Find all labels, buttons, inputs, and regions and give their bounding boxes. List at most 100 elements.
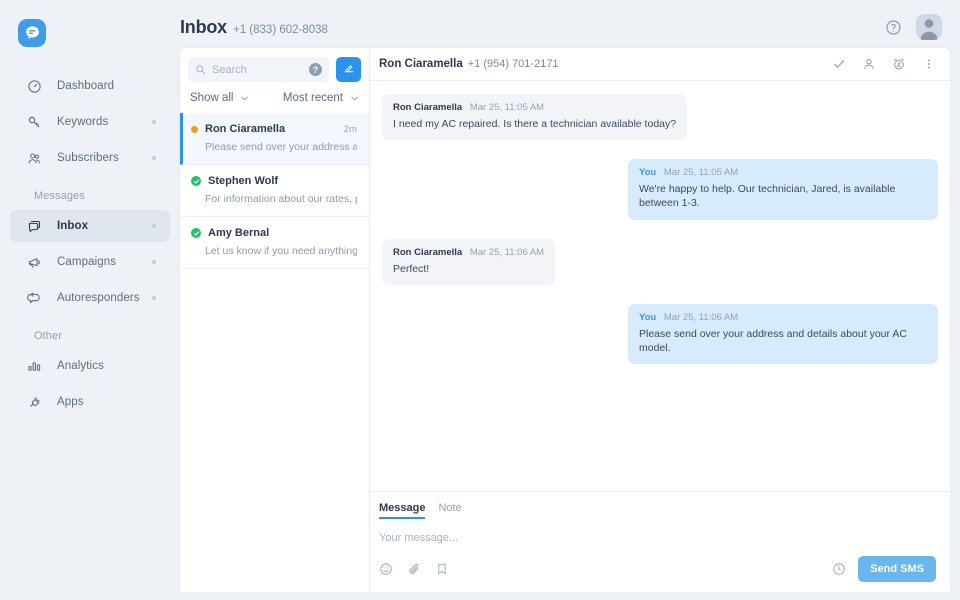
message-bubble-outgoing: You Mar 25, 11:06 AM Please send over yo…: [628, 304, 938, 364]
check-icon[interactable]: [832, 57, 846, 71]
sidebar-item-inbox[interactable]: Inbox: [10, 210, 170, 242]
conversation-search-row: ?: [180, 48, 369, 90]
message-author: You: [639, 167, 656, 178]
conversation-item-header: Ron Ciaramella 2m: [191, 123, 357, 135]
paperclip-icon[interactable]: [407, 562, 421, 576]
people-icon: [24, 148, 44, 168]
sidebar-item-label: Inbox: [57, 220, 88, 232]
conversation-list-panel: ? Show all: [180, 48, 370, 592]
conversation-preview-text: For information about our rates, plea...: [191, 193, 357, 205]
message-timestamp: Mar 25, 11:06 AM: [470, 247, 544, 258]
sidebar-section-other: Other: [10, 330, 170, 342]
page-title: Inbox +1 (833) 602-8038: [180, 17, 328, 38]
chevron-down-icon: [350, 94, 359, 103]
composer-tools: [379, 562, 449, 576]
compose-message-button[interactable]: [336, 57, 361, 82]
message-row: You Mar 25, 11:05 AM We're happy to help…: [382, 159, 938, 219]
clock-icon[interactable]: [832, 562, 846, 576]
conversation-item-header: Stephen Wolf: [191, 175, 357, 187]
thread-panel: Ron Ciaramella +1 (954) 701-2171: [370, 48, 950, 592]
sidebar-item-label: Subscribers: [57, 152, 119, 164]
read-check-circle-icon: [191, 228, 201, 238]
composer-toolbar: Send SMS: [379, 556, 936, 582]
unread-status-dot-icon: [191, 126, 198, 133]
top-bar: Inbox +1 (833) 602-8038: [180, 0, 960, 54]
conversation-items: Ron Ciaramella 2m Please send over your …: [180, 113, 369, 592]
message-timestamp: Mar 25, 11:05 AM: [470, 102, 544, 113]
sidebar-item-dashboard[interactable]: Dashboard: [10, 70, 170, 102]
chevron-down-icon: [240, 94, 249, 103]
nav-status-dot: [152, 120, 156, 124]
message-thread: Ron Ciaramella Mar 25, 11:05 AM I need m…: [370, 81, 950, 491]
sidebar-nav: Dashboard Keywords Subscri: [0, 70, 180, 418]
composer-input[interactable]: [379, 532, 936, 544]
sidebar-section-messages: Messages: [10, 190, 170, 202]
message-meta: You Mar 25, 11:05 AM: [639, 167, 927, 178]
question-circle-icon[interactable]: [885, 19, 902, 36]
thread-contact-phone: +1 (954) 701-2171: [468, 58, 559, 70]
message-text: We're happy to help. Our technician, Jar…: [639, 182, 927, 210]
message-row: Ron Ciaramella Mar 25, 11:05 AM I need m…: [382, 94, 938, 140]
filter-show-all-label: Show all: [190, 92, 233, 104]
read-check-circle-icon: [191, 176, 201, 186]
sidebar-item-label: Dashboard: [57, 80, 114, 92]
send-sms-button[interactable]: Send SMS: [858, 556, 936, 582]
nav-status-dot: [152, 296, 156, 300]
message-bubble-outgoing: You Mar 25, 11:05 AM We're happy to help…: [628, 159, 938, 219]
conversation-item-ron-ciaramella[interactable]: Ron Ciaramella 2m Please send over your …: [180, 113, 369, 165]
top-bar-actions: [885, 14, 942, 40]
sidebar-item-subscribers[interactable]: Subscribers: [10, 142, 170, 174]
emoji-smiley-icon[interactable]: [379, 562, 393, 576]
sidebar-item-label: Apps: [57, 396, 84, 408]
conversation-contact-name: Ron Ciaramella: [205, 123, 285, 135]
conversation-item-amy-bernal[interactable]: Amy Bernal Let us know if you need anyth…: [180, 217, 369, 269]
composer-tabs: Message Note: [379, 502, 936, 519]
thread-actions: [832, 57, 936, 71]
add-contact-icon[interactable]: [862, 57, 876, 71]
sidebar-item-campaigns[interactable]: Campaigns: [10, 246, 170, 278]
message-row: You Mar 25, 11:06 AM Please send over yo…: [382, 304, 938, 364]
message-bubble-incoming: Ron Ciaramella Mar 25, 11:06 AM Perfect!: [382, 239, 555, 285]
tab-message[interactable]: Message: [379, 502, 425, 519]
nav-status-dot: [152, 224, 156, 228]
sidebar-item-keywords[interactable]: Keywords: [10, 106, 170, 138]
filter-show-all[interactable]: Show all: [190, 92, 249, 104]
message-row: Ron Ciaramella Mar 25, 11:06 AM Perfect!: [382, 239, 938, 285]
thread-header: Ron Ciaramella +1 (954) 701-2171: [370, 48, 950, 81]
message-composer: Message Note: [370, 491, 950, 592]
plug-icon: [24, 392, 44, 412]
gauge-icon: [24, 76, 44, 96]
chat-icon: [24, 216, 44, 236]
conversation-item-stephen-wolf[interactable]: Stephen Wolf For information about our r…: [180, 165, 369, 217]
search-input[interactable]: [212, 64, 303, 76]
conversation-filters: Show all Most recent: [180, 90, 369, 113]
account-phone-number: +1 (833) 602-8038: [233, 24, 328, 36]
message-author: You: [639, 312, 656, 323]
search-help-icon[interactable]: ?: [309, 63, 322, 76]
app-logo[interactable]: [0, 12, 180, 54]
sidebar-item-analytics[interactable]: Analytics: [10, 350, 170, 382]
search-box[interactable]: ?: [188, 57, 329, 82]
nav-status-dot: [152, 156, 156, 160]
filter-sort-most-recent[interactable]: Most recent: [283, 92, 359, 104]
main-panel: ? Show all: [180, 48, 950, 592]
sidebar-item-apps[interactable]: Apps: [10, 386, 170, 418]
search-icon: [195, 64, 206, 75]
sidebar: Dashboard Keywords Subscri: [0, 0, 180, 600]
message-meta: Ron Ciaramella Mar 25, 11:06 AM: [393, 247, 544, 258]
sidebar-item-label: Keywords: [57, 116, 108, 128]
message-meta: You Mar 25, 11:06 AM: [639, 312, 927, 323]
compose-pencil-icon: [343, 61, 355, 79]
page-title-text: Inbox: [180, 17, 227, 38]
bookmark-icon[interactable]: [435, 562, 449, 576]
message-text: I need my AC repaired. Is there a techni…: [393, 117, 676, 131]
message-timestamp: Mar 25, 11:05 AM: [664, 167, 738, 178]
snooze-alarm-icon[interactable]: [892, 57, 906, 71]
tab-note[interactable]: Note: [438, 502, 461, 519]
more-vertical-icon[interactable]: [922, 57, 936, 71]
user-avatar-icon[interactable]: [916, 14, 942, 40]
conversation-preview-text: Please send over your address and ...: [191, 141, 357, 153]
filter-sort-label: Most recent: [283, 92, 343, 104]
sidebar-item-autoresponders[interactable]: Autoresponders: [10, 282, 170, 314]
nav-status-dot: [152, 260, 156, 264]
